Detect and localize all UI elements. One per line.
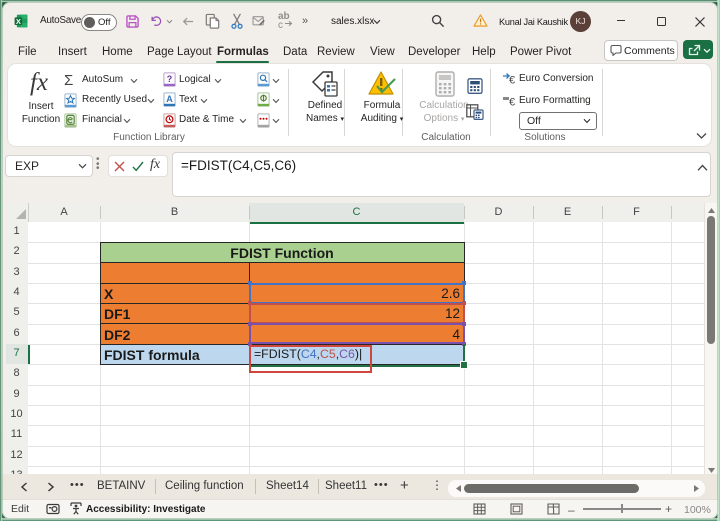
svg-text:?: ? <box>167 74 173 84</box>
svg-text:X: X <box>16 17 21 26</box>
svg-text:€: € <box>509 97 515 107</box>
svg-text:€: € <box>509 75 515 85</box>
svg-text:A: A <box>166 94 173 104</box>
